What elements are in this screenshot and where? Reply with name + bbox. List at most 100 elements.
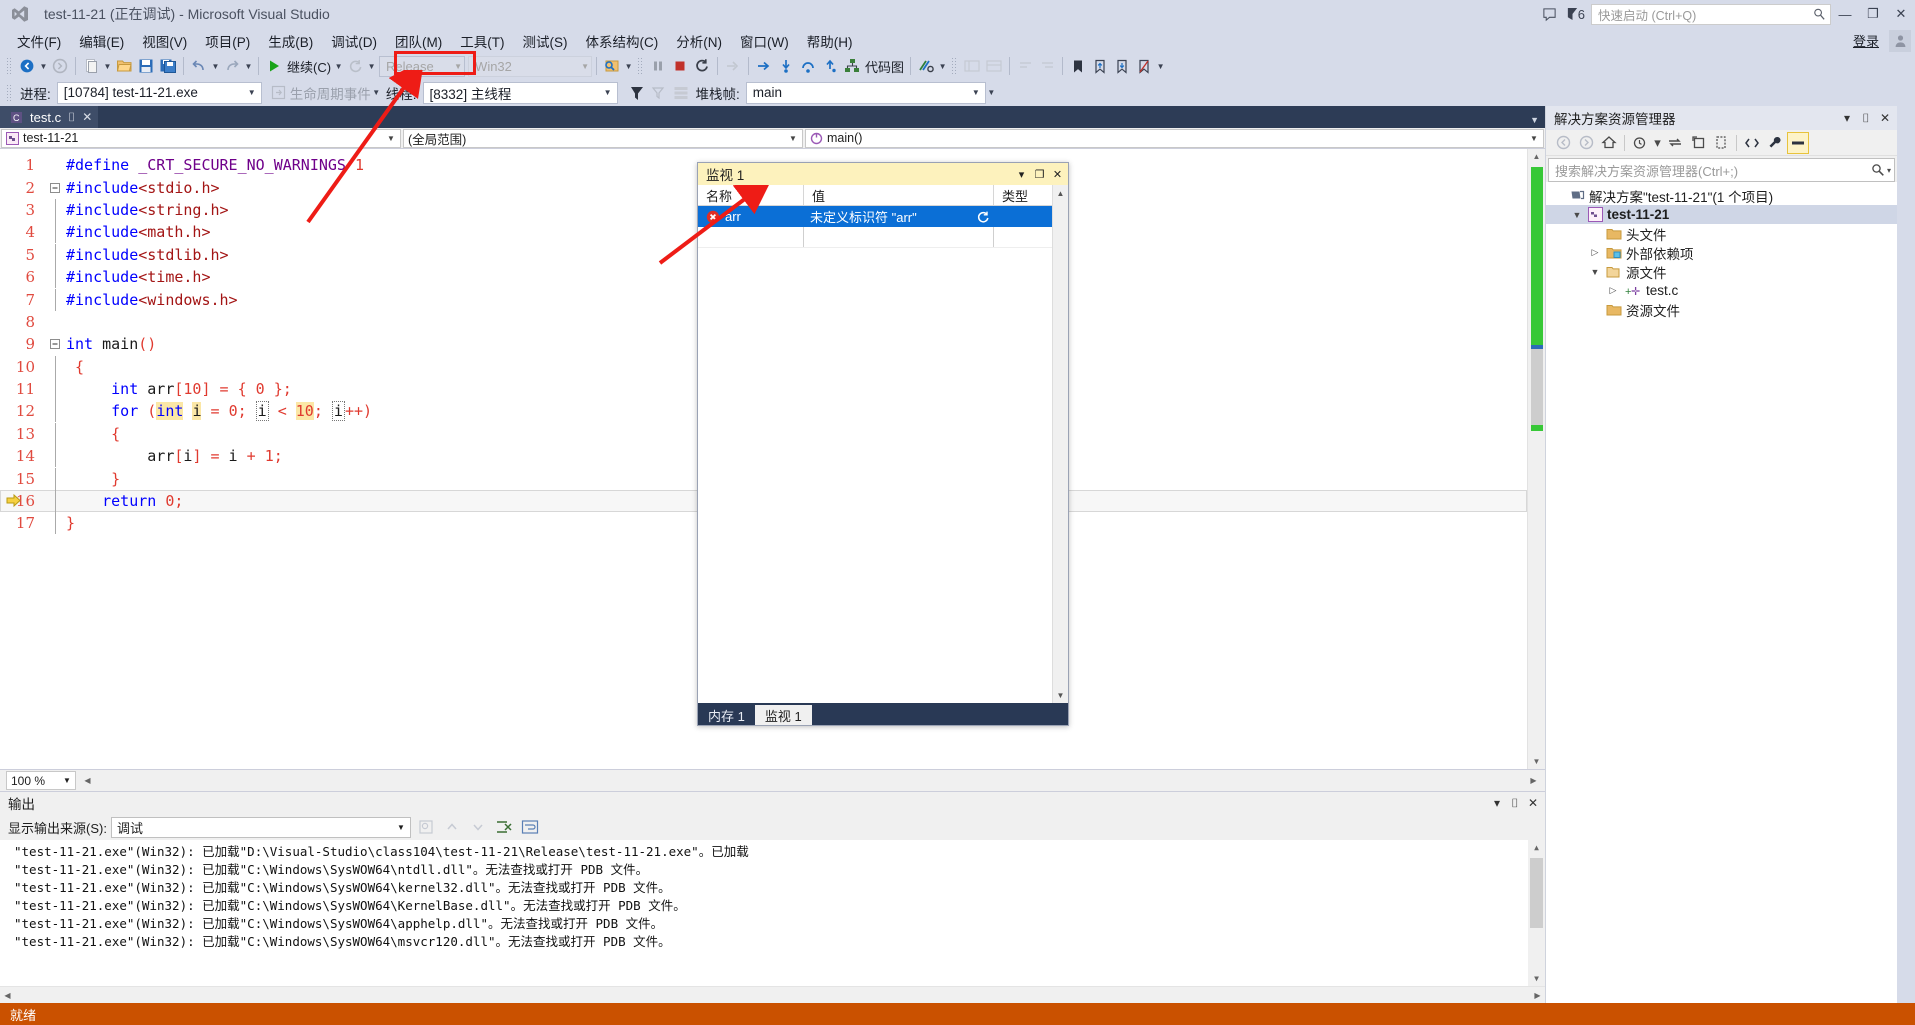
navigate-forward-button[interactable]: [49, 55, 71, 77]
output-dropdown-icon[interactable]: ▾: [1489, 793, 1505, 813]
open-file-button[interactable]: [113, 55, 135, 77]
zoom-selector[interactable]: 100 % ▼: [6, 771, 76, 790]
toolwindow-tab-icon[interactable]: [1900, 110, 1912, 122]
next-bookmark-icon[interactable]: [1111, 55, 1133, 77]
undo-dropdown-icon[interactable]: ▼: [210, 62, 221, 71]
menu-file[interactable]: 文件(F): [8, 29, 70, 53]
toolbar-grip-3[interactable]: [951, 57, 959, 75]
solution-tree[interactable]: 解决方案"test-11-21"(1 个项目) ▼ test-11-21 头文件 ▷ 外部…: [1546, 182, 1897, 1003]
expander-icon[interactable]: ▼: [1588, 267, 1602, 277]
maximize-button[interactable]: ❐: [1859, 0, 1887, 28]
user-account-icon[interactable]: [1889, 29, 1911, 52]
output-wordwrap-icon[interactable]: [519, 816, 541, 838]
flag-dropdown-icon[interactable]: [648, 82, 670, 104]
new-file-button[interactable]: [80, 55, 102, 77]
prev-bookmark-icon[interactable]: [1089, 55, 1111, 77]
scrollbar-thumb[interactable]: [1530, 858, 1543, 928]
undo-button[interactable]: [188, 55, 210, 77]
menu-debug[interactable]: 调试(D): [322, 29, 386, 53]
nav-forward-icon[interactable]: [1575, 132, 1597, 154]
menu-tools[interactable]: 工具(T): [451, 29, 513, 53]
pin-icon[interactable]: ⌷: [1858, 108, 1874, 128]
tab-watch-1[interactable]: 监视 1: [754, 705, 812, 725]
step-over-button[interactable]: [797, 55, 819, 77]
sync-icon[interactable]: [1664, 132, 1686, 154]
close-button[interactable]: ✕: [1887, 0, 1915, 28]
function-selector[interactable]: main() ▼: [805, 128, 1544, 148]
output-source-combo[interactable]: 调试 ▼: [110, 816, 411, 838]
expander-icon[interactable]: ▼: [1570, 210, 1584, 220]
flag-filter-icon[interactable]: [626, 82, 648, 104]
attach-process-button[interactable]: [601, 55, 623, 77]
tree-item[interactable]: ▼ test-11-21: [1546, 205, 1897, 224]
tree-item[interactable]: ▷ + ✛ test.c: [1546, 281, 1897, 300]
save-button[interactable]: [135, 55, 157, 77]
tree-item[interactable]: 解决方案"test-11-21"(1 个项目): [1546, 186, 1897, 205]
redo-button[interactable]: [221, 55, 243, 77]
menu-help[interactable]: 帮助(H): [798, 29, 862, 53]
watch-window[interactable]: 监视 1 ▾ ❐ ✕ 名称 值 类型 arr 未定义标识符 "arr" ▲ ▼ …: [697, 162, 1069, 726]
stop-debugging-button[interactable]: [669, 55, 691, 77]
refresh-icon[interactable]: [1687, 132, 1709, 154]
pending-changes-icon[interactable]: [1629, 132, 1651, 154]
watch-vertical-scrollbar[interactable]: ▲ ▼: [1052, 185, 1068, 703]
expander-icon[interactable]: ▷: [1606, 285, 1620, 296]
step-out-button[interactable]: [819, 55, 841, 77]
menu-edit[interactable]: 编辑(E): [70, 29, 133, 53]
close-icon[interactable]: ✕: [1877, 108, 1893, 128]
code-map-icon[interactable]: [841, 55, 863, 77]
align-icon-2[interactable]: [1036, 55, 1058, 77]
pause-button[interactable]: [647, 55, 669, 77]
view-code-icon[interactable]: [1741, 132, 1763, 154]
scroll-right-icon[interactable]: ▶: [1526, 776, 1541, 785]
tree-item[interactable]: ▷ 外部依赖项: [1546, 243, 1897, 262]
sign-in-link[interactable]: 登录: [1843, 31, 1889, 50]
search-dropdown-icon[interactable]: ▾: [1887, 166, 1891, 175]
toolbar-grip[interactable]: [6, 57, 13, 75]
document-tab-testc[interactable]: C test.c ⌷ ✕: [0, 106, 99, 128]
quick-launch-input[interactable]: 快速启动 (Ctrl+Q): [1591, 3, 1831, 25]
properties-window-icon[interactable]: [1787, 131, 1809, 154]
restart-dropdown-icon[interactable]: ▼: [366, 62, 377, 71]
menu-team[interactable]: 团队(M): [386, 29, 451, 53]
navigate-back-dropdown-icon[interactable]: ▼: [38, 62, 49, 71]
thread-combo[interactable]: [8332] 主线程 ▼: [422, 81, 618, 104]
stack-frame-combo[interactable]: main ▼: [745, 81, 986, 104]
scrollbar-thumb[interactable]: [1531, 349, 1543, 425]
lifecycle-dropdown-icon[interactable]: ▼: [371, 88, 382, 97]
navigate-back-button[interactable]: [16, 55, 38, 77]
code-map-label[interactable]: 代码图: [863, 57, 906, 76]
editor-horizontal-scrollbar[interactable]: ◀ ▶: [80, 773, 1541, 789]
debugbar-overflow-icon[interactable]: ▼: [986, 88, 997, 97]
step-forward-icon[interactable]: [753, 55, 775, 77]
clear-bookmarks-icon[interactable]: [1133, 55, 1155, 77]
process-combo[interactable]: [10784] test-11-21.exe ▼: [56, 81, 262, 104]
minimize-button[interactable]: —: [1831, 0, 1859, 28]
bookmark-icon[interactable]: [1067, 55, 1089, 77]
watch-window-title-bar[interactable]: 监视 1 ▾ ❐ ✕: [698, 163, 1068, 185]
menu-view[interactable]: 视图(V): [133, 29, 196, 53]
scroll-down-icon[interactable]: ▼: [1528, 754, 1545, 769]
tree-item[interactable]: 资源文件: [1546, 300, 1897, 319]
fold-collapse-icon[interactable]: [48, 339, 62, 350]
save-all-button[interactable]: [157, 55, 179, 77]
pending-changes-dropdown-icon[interactable]: ▾: [1652, 132, 1663, 154]
refresh-icon[interactable]: [976, 210, 990, 224]
expander-icon[interactable]: ▷: [1588, 247, 1602, 258]
diagnostics-tools-button[interactable]: [915, 55, 937, 77]
feedback-icon[interactable]: [1536, 0, 1564, 28]
close-icon[interactable]: ✕: [82, 110, 92, 124]
pin-icon[interactable]: ⌷: [68, 110, 75, 125]
hscroll-track[interactable]: [15, 988, 1530, 1002]
tree-item[interactable]: ▼ 源文件: [1546, 262, 1897, 281]
menu-build[interactable]: 生成(B): [259, 29, 322, 53]
nav-back-icon[interactable]: [1552, 132, 1574, 154]
new-file-dropdown-icon[interactable]: ▼: [102, 62, 113, 71]
maximize-icon[interactable]: ❐: [1032, 165, 1047, 183]
show-next-statement-button[interactable]: [722, 55, 744, 77]
continue-button-label[interactable]: 继续(C): [285, 57, 333, 76]
show-all-files-icon[interactable]: [1710, 132, 1732, 154]
output-next-icon[interactable]: [467, 816, 489, 838]
scroll-left-icon[interactable]: ◀: [0, 991, 15, 1000]
watch-row-arr[interactable]: arr 未定义标识符 "arr": [698, 206, 1068, 227]
